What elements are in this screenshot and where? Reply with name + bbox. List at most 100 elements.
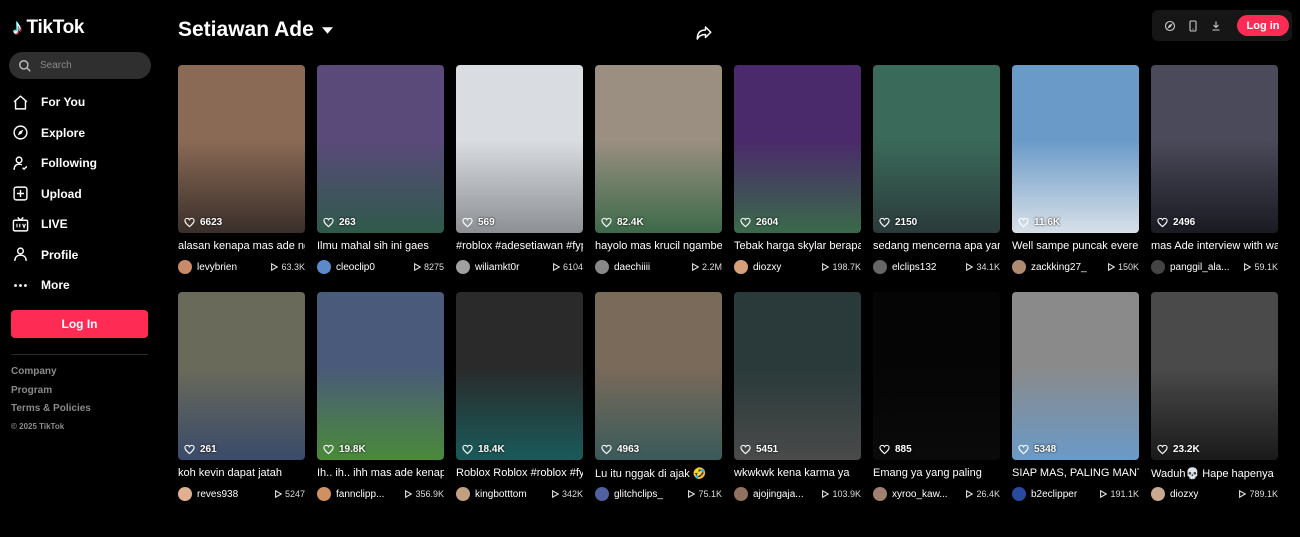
video-caption[interactable]: #roblox #adesetiawan #fyp [456, 240, 583, 252]
video-caption[interactable]: hayolo mas krucil ngamber [595, 240, 722, 252]
avatar[interactable] [1151, 260, 1165, 274]
video-caption[interactable]: wkwkwk kena karma ya [734, 467, 861, 479]
video-caption[interactable]: Well sampe puncak everest [1012, 240, 1139, 252]
video-thumbnail[interactable]: 2150 [873, 65, 1000, 233]
compass-small-icon[interactable] [1162, 18, 1177, 33]
download-icon[interactable] [1208, 18, 1223, 33]
avatar[interactable] [317, 487, 331, 501]
video-thumbnail[interactable]: 261 [178, 292, 305, 460]
video-card[interactable]: 4963 Lu itu nggak di ajak 🤣 glitchclips_ 75… [595, 292, 722, 519]
username[interactable]: daechiiii [614, 262, 691, 273]
video-card[interactable]: 82.4K hayolo mas krucil ngamber daechiiii 2… [595, 65, 722, 292]
avatar[interactable] [734, 260, 748, 274]
header-login-button[interactable]: Log in [1237, 15, 1289, 36]
video-caption[interactable]: Ilmu mahal sih ini gaes [317, 240, 444, 252]
username[interactable]: reves938 [197, 489, 274, 500]
video-caption[interactable]: Tebak harga skylar berapa [734, 240, 861, 252]
avatar[interactable] [1012, 260, 1026, 274]
footer-company-link[interactable]: Company [11, 366, 91, 385]
video-card[interactable]: 2604 Tebak harga skylar berapa diozxy 198.7… [734, 65, 861, 292]
video-card[interactable]: 885 Emang ya yang paling xyroo_kaw... 26.4K [873, 292, 1000, 519]
video-thumbnail[interactable]: 11.6K [1012, 65, 1139, 233]
username[interactable]: wiliamkt0r [475, 262, 552, 273]
avatar[interactable] [873, 260, 887, 274]
video-caption[interactable]: koh kevin dapat jatah [178, 467, 305, 479]
avatar[interactable] [873, 487, 887, 501]
avatar[interactable] [595, 260, 609, 274]
avatar[interactable] [1012, 487, 1026, 501]
video-thumbnail[interactable]: 2604 [734, 65, 861, 233]
footer-program-link[interactable]: Program [11, 385, 91, 404]
phone-icon[interactable] [1185, 18, 1200, 33]
video-thumbnail[interactable]: 19.8K [317, 292, 444, 460]
sidebar-login-button[interactable]: Log In [11, 310, 148, 338]
nav-item-more[interactable]: More [12, 270, 152, 301]
avatar[interactable] [595, 487, 609, 501]
avatar[interactable] [1151, 487, 1165, 501]
video-thumbnail[interactable]: 82.4K [595, 65, 722, 233]
video-caption[interactable]: SIAP MAS, PALING MANTAP [1012, 467, 1139, 479]
nav-item-upload[interactable]: Upload [12, 179, 152, 210]
username[interactable]: levybrien [197, 262, 270, 273]
video-card[interactable]: 2496 mas Ade interview with wartawan pangg… [1151, 65, 1278, 292]
avatar[interactable] [178, 260, 192, 274]
video-card[interactable]: 5348 SIAP MAS, PALING MANTAP b2eclipper 191… [1012, 292, 1139, 519]
tiktok-logo[interactable]: ♪ TikTok [12, 16, 84, 40]
nav-item-live[interactable]: LIVE [12, 209, 152, 240]
avatar[interactable] [456, 487, 470, 501]
username[interactable]: diozxy [753, 262, 821, 273]
video-card[interactable]: 5451 wkwkwk kena karma ya ajojingaja... 103… [734, 292, 861, 519]
username[interactable]: zackking27_ [1031, 262, 1107, 273]
video-thumbnail[interactable]: 5451 [734, 292, 861, 460]
video-caption[interactable]: Waduh💀 Hape hapenya [1151, 467, 1278, 480]
nav-item-explore[interactable]: Explore [12, 118, 152, 149]
video-card[interactable]: 11.6K Well sampe puncak everest zackking27… [1012, 65, 1139, 292]
username[interactable]: cleoclip0 [336, 262, 413, 273]
video-card[interactable]: 23.2K Waduh💀 Hape hapenya diozxy 789.1K [1151, 292, 1278, 519]
footer-terms-link[interactable]: Terms & Policies [11, 403, 91, 422]
avatar[interactable] [456, 260, 470, 274]
video-thumbnail[interactable]: 4963 [595, 292, 722, 460]
nav-item-for-you[interactable]: For You [12, 87, 152, 118]
share-icon[interactable] [695, 24, 713, 42]
video-thumbnail[interactable]: 263 [317, 65, 444, 233]
video-card[interactable]: 6623 alasan kenapa mas ade ngelawak aja l… [178, 65, 305, 292]
nav-item-profile[interactable]: Profile [12, 240, 152, 271]
nav-item-following[interactable]: Following [12, 148, 152, 179]
profile-title-dropdown[interactable]: Setiawan Ade [178, 18, 333, 42]
video-card[interactable]: 2150 sedang mencerna apa yang terjadi elcl… [873, 65, 1000, 292]
video-thumbnail[interactable]: 885 [873, 292, 1000, 460]
video-caption[interactable]: Ih.. ih.. ihh mas ade kenapa [317, 467, 444, 479]
video-card[interactable]: 19.8K Ih.. ih.. ihh mas ade kenapa fanncli… [317, 292, 444, 519]
username[interactable]: kingbotttom [475, 489, 551, 500]
video-caption[interactable]: sedang mencerna apa yang terjadi [873, 240, 1000, 252]
avatar[interactable] [317, 260, 331, 274]
username[interactable]: elclips132 [892, 262, 965, 273]
username[interactable]: panggil_ala... [1170, 262, 1243, 273]
video-card[interactable]: 569 #roblox #adesetiawan #fyp wiliamkt0r 61… [456, 65, 583, 292]
username[interactable]: ajojingaja... [753, 489, 821, 500]
username[interactable]: b2eclipper [1031, 489, 1099, 500]
video-thumbnail[interactable]: 23.2K [1151, 292, 1278, 460]
video-thumbnail[interactable]: 2496 [1151, 65, 1278, 233]
video-caption[interactable]: mas Ade interview with wartawan [1151, 240, 1278, 252]
username[interactable]: diozxy [1170, 489, 1238, 500]
video-card[interactable]: 261 koh kevin dapat jatah reves938 5247 [178, 292, 305, 519]
avatar[interactable] [734, 487, 748, 501]
username[interactable]: glitchclips_ [614, 489, 687, 500]
video-caption[interactable]: alasan kenapa mas ade ngelawak aja lucu [178, 240, 305, 252]
video-thumbnail[interactable]: 6623 [178, 65, 305, 233]
video-caption[interactable]: Emang ya yang paling [873, 467, 1000, 479]
video-caption[interactable]: Lu itu nggak di ajak 🤣 [595, 467, 722, 480]
video-caption[interactable]: Roblox Roblox #roblox #fyp [456, 467, 583, 479]
search-box[interactable] [9, 52, 151, 79]
video-card[interactable]: 263 Ilmu mahal sih ini gaes cleoclip0 8275 [317, 65, 444, 292]
search-input[interactable] [40, 60, 135, 71]
username[interactable]: fannclipp... [336, 489, 404, 500]
username[interactable]: xyroo_kaw... [892, 489, 965, 500]
video-thumbnail[interactable]: 18.4K [456, 292, 583, 460]
video-thumbnail[interactable]: 5348 [1012, 292, 1139, 460]
avatar[interactable] [178, 487, 192, 501]
video-thumbnail[interactable]: 569 [456, 65, 583, 233]
video-card[interactable]: 18.4K Roblox Roblox #roblox #fyp kingbottt… [456, 292, 583, 519]
